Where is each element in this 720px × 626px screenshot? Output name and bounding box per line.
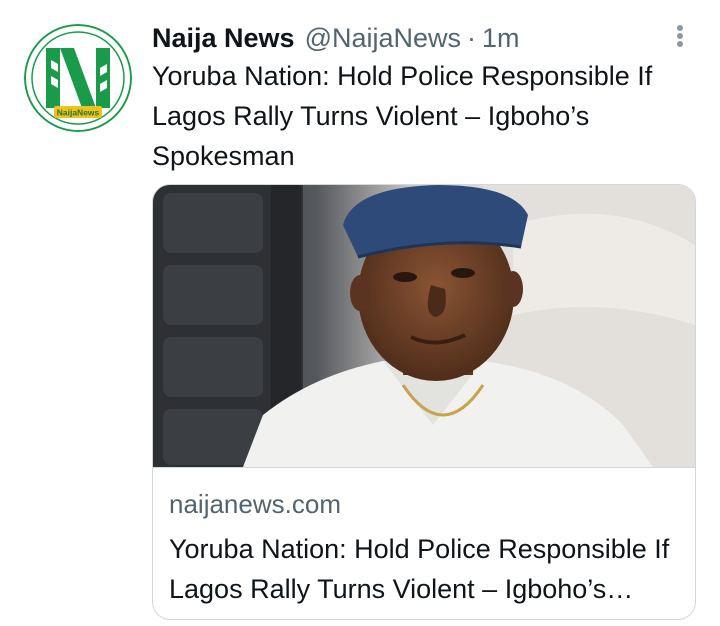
tweet-header: Naija News @NaijaNews · 1m xyxy=(152,18,520,58)
naija-news-logo: NaijaNews xyxy=(24,24,132,132)
avatar[interactable]: NaijaNews xyxy=(24,24,132,132)
tweet-text: Yoruba Nation: Hold Police Responsible I… xyxy=(152,61,653,171)
tweet[interactable]: NaijaNews Naija News @NaijaNews · 1m Yor… xyxy=(0,0,720,626)
display-name[interactable]: Naija News xyxy=(152,23,295,54)
more-vertical-icon[interactable] xyxy=(668,20,692,52)
timestamp[interactable]: 1m xyxy=(482,23,520,54)
card-image xyxy=(153,185,695,467)
card-title: Yoruba Nation: Hold Police Responsible I… xyxy=(169,534,670,604)
handle[interactable]: @NaijaNews xyxy=(305,23,461,54)
separator: · xyxy=(467,22,477,53)
card-divider xyxy=(153,467,695,468)
avatar-label: NaijaNews xyxy=(57,108,100,118)
card-domain: naijanews.com xyxy=(169,489,341,519)
link-card[interactable]: naijanews.com Yoruba Nation: Hold Police… xyxy=(152,184,696,620)
